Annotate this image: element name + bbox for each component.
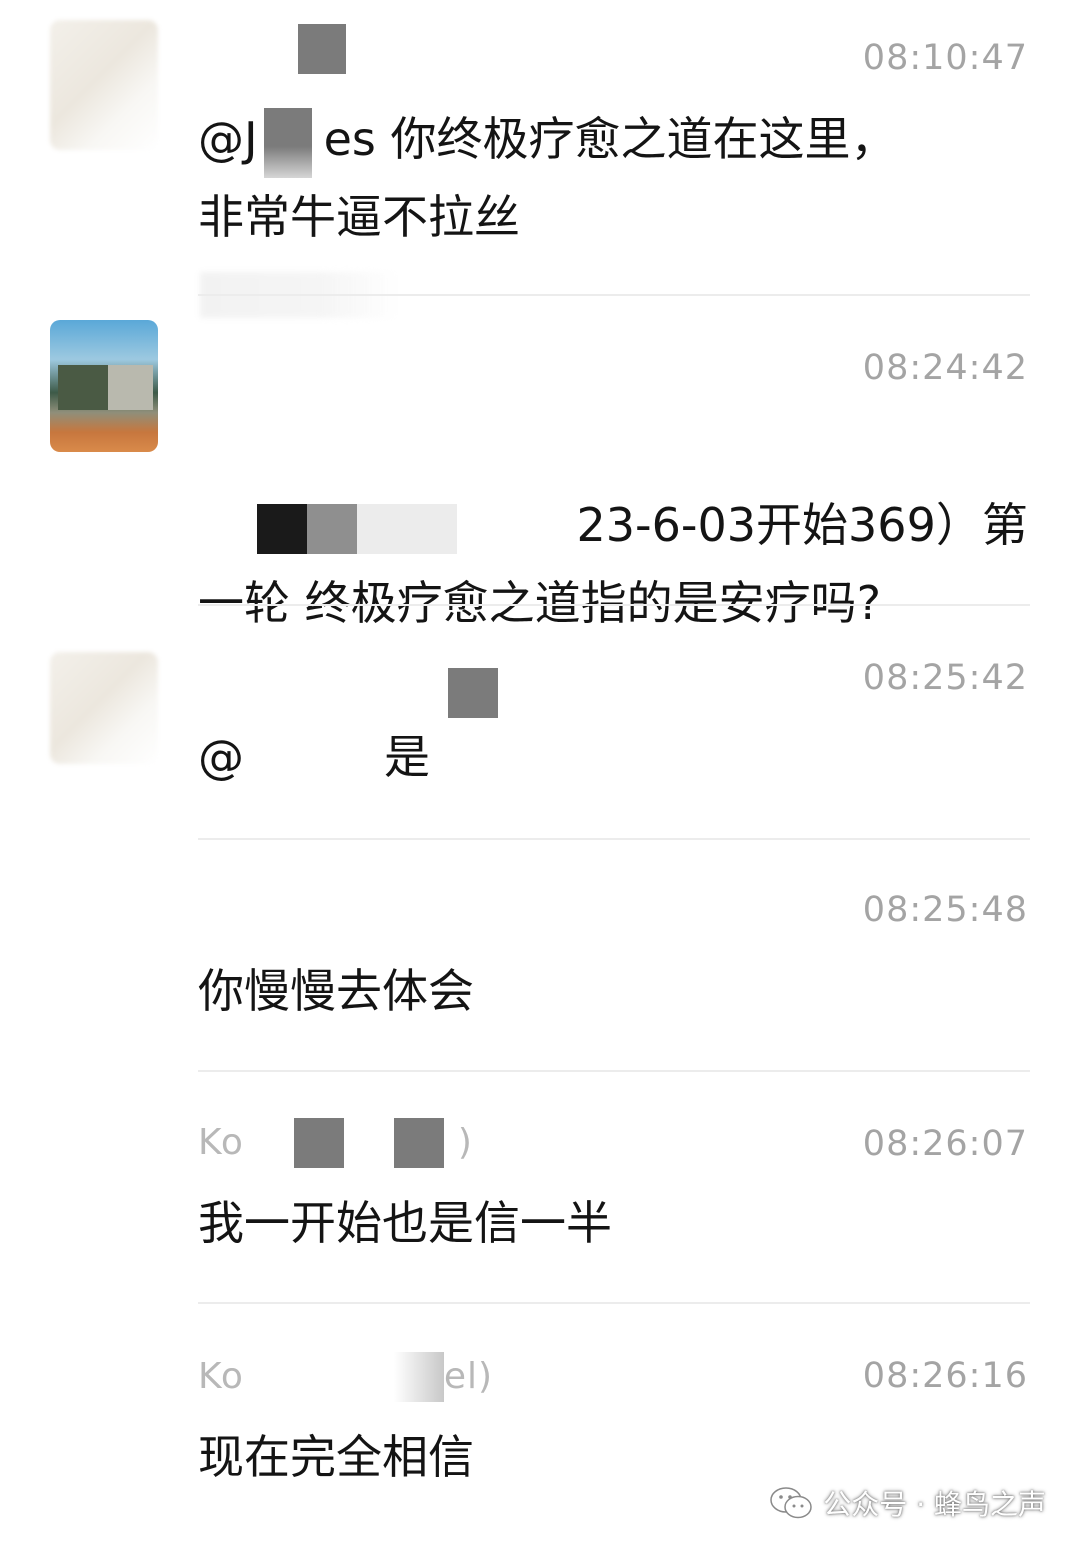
sender-name-prefix: Ko <box>198 1356 244 1397</box>
sender-name[interactable] <box>198 24 346 74</box>
message-timestamp: 08:25:42 <box>862 658 1028 698</box>
message-divider <box>198 1070 1030 1072</box>
message-timestamp: 08:26:16 <box>862 1356 1028 1396</box>
mention-mosaic <box>263 107 312 178</box>
sender-mosaic <box>356 503 457 554</box>
message-line: 23-6-03开始369）第 <box>576 498 1028 552</box>
message-divider <box>198 838 1030 840</box>
sender-name-blur <box>243 1352 394 1402</box>
sender-name-blur <box>243 1118 294 1168</box>
sender-name[interactable]: Ko el) <box>198 1352 493 1402</box>
sender-name-blur <box>443 1118 458 1168</box>
sender-name-blur <box>198 668 448 718</box>
message-timestamp: 08:10:47 <box>862 38 1028 78</box>
message-line: 现在完全相信 <box>198 1430 474 1484</box>
sender-blur <box>456 503 577 554</box>
message-line: 我一开始也是信一半 <box>198 1196 612 1250</box>
wechat-icon <box>770 1487 813 1519</box>
sender-name-mosaic <box>448 668 498 718</box>
message-line: 一轮 终极疗愈之道指的是安疗吗? <box>198 576 882 630</box>
sender-name-mosaic <box>293 1118 344 1168</box>
avatar[interactable] <box>50 20 158 150</box>
watermark-text: 公众号 · 蜂鸟之声 <box>823 1488 1046 1521</box>
message-line: 是 <box>384 730 430 784</box>
sender-mosaic <box>306 503 357 554</box>
sender-name-blur <box>198 24 298 74</box>
sender-mosaic <box>256 503 307 554</box>
sender-name[interactable] <box>198 668 498 718</box>
account-watermark: 公众号 · 蜂鸟之声 <box>769 1478 1046 1528</box>
message-text: 你慢慢去体会 <box>198 952 1028 1030</box>
avatar-mosaic <box>58 365 108 410</box>
sender-name[interactable]: Ko) <box>198 1118 473 1168</box>
message-text: @J es 你终极疗愈之道在这里， 非常牛逼不拉丝 <box>198 100 1028 256</box>
avatar[interactable] <box>50 320 158 452</box>
mention-blur <box>244 735 384 786</box>
message-text: 我一开始也是信一半 <box>198 1184 1028 1262</box>
message-timestamp: 08:26:07 <box>862 1124 1028 1164</box>
message-text: @ 是 <box>198 718 1028 796</box>
mention-prefix: @ <box>198 730 244 784</box>
message-divider <box>198 1302 1030 1304</box>
message-line: es 你终极疗愈之道在这里， <box>323 112 897 166</box>
sender-name-mosaic <box>298 24 346 74</box>
message-line: 非常牛逼不拉丝 <box>198 190 520 244</box>
mention-prefix: @J <box>198 112 258 166</box>
message-timestamp: 08:24:42 <box>862 348 1028 388</box>
sender-name-blur <box>343 1118 394 1168</box>
message-divider <box>198 294 1030 296</box>
sender-name-mosaic <box>393 1352 444 1402</box>
message-line: 你慢慢去体会 <box>198 964 474 1018</box>
sender-name-suffix: el) <box>443 1356 494 1397</box>
avatar-mosaic <box>108 365 153 410</box>
sender-name-suffix: ) <box>457 1122 473 1163</box>
message-divider <box>198 604 1030 606</box>
message-timestamp: 08:25:48 <box>862 890 1028 930</box>
avatar[interactable] <box>50 652 158 764</box>
sender-name-mosaic <box>393 1118 444 1168</box>
sender-name-prefix: Ko <box>198 1122 244 1163</box>
